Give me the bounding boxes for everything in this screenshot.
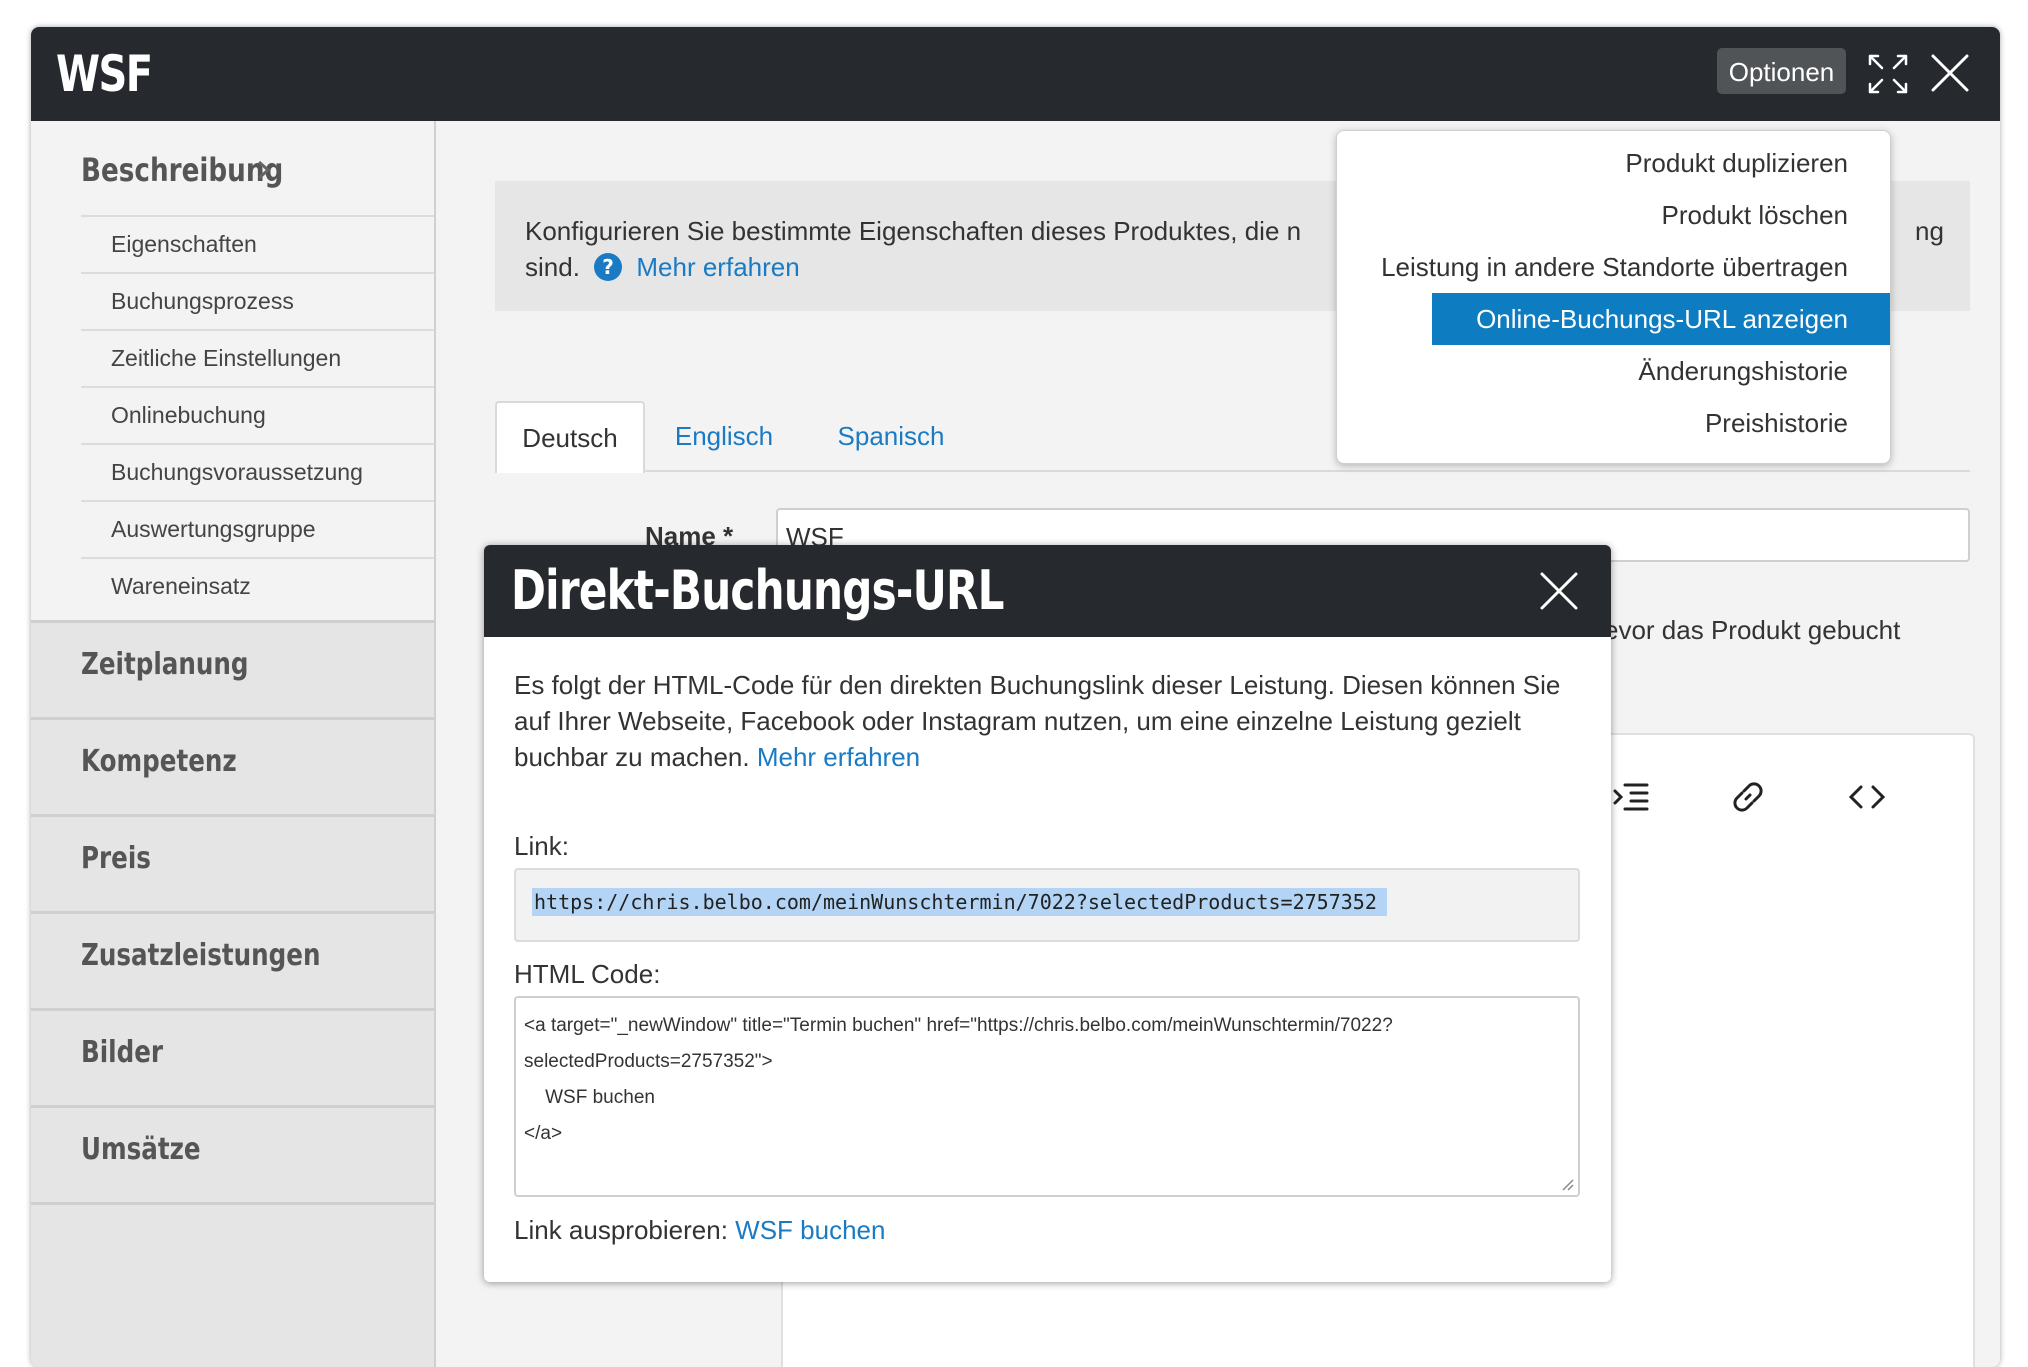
link-value[interactable]: https://chris.belbo.com/meinWunschtermin… (532, 888, 1387, 916)
menu-item-duplicate[interactable]: Produkt duplizieren (1337, 137, 1890, 189)
sidebar-item-onlinebuchung[interactable]: Onlinebuchung (81, 386, 434, 443)
sidebar-item-buchungsvoraussetzung[interactable]: Buchungsvoraussetzung (81, 443, 434, 500)
menu-item-history[interactable]: Änderungshistorie (1337, 345, 1890, 397)
tab-deutsch[interactable]: Deutsch (495, 401, 645, 473)
sidebar-group-kompetenz[interactable]: Kompetenz (31, 717, 434, 814)
try-link-label: Link ausprobieren: (514, 1215, 728, 1245)
modal-more-link[interactable]: Mehr erfahren (757, 742, 920, 772)
top-bar: WSF Optionen (31, 27, 2000, 121)
tab-englisch[interactable]: Englisch (654, 401, 794, 471)
indent-icon[interactable] (1611, 777, 1651, 817)
close-icon[interactable] (1930, 53, 1970, 93)
sidebar-section-open: Beschreibung Eigenschaften Buchungsproze… (31, 121, 434, 620)
sidebar-item-wareneinsatz[interactable]: Wareneinsatz (81, 557, 434, 614)
try-link-row: Link ausprobieren: WSF buchen (514, 1215, 885, 1246)
link-field[interactable]: https://chris.belbo.com/meinWunschtermin… (514, 868, 1580, 942)
info-more-link[interactable]: Mehr erfahren (636, 252, 799, 282)
menu-item-price-history[interactable]: Preishistorie (1337, 397, 1890, 449)
svg-text:?: ? (602, 255, 614, 279)
app-title: WSF (56, 45, 153, 103)
menu-item-show-url[interactable]: Online-Buchungs-URL anzeigen (1432, 293, 1890, 345)
url-modal: Direkt-Buchungs-URL Es folgt der HTML-Co… (484, 545, 1611, 1282)
try-link[interactable]: WSF buchen (735, 1215, 885, 1245)
modal-header: Direkt-Buchungs-URL (484, 545, 1611, 637)
modal-title: Direkt-Buchungs-URL (511, 559, 1005, 622)
link-icon[interactable] (1728, 777, 1768, 817)
sidebar-group-label: Preis (81, 841, 151, 876)
resize-grip-icon[interactable] (1560, 1177, 1574, 1191)
sidebar: Beschreibung Eigenschaften Buchungsproze… (31, 121, 436, 1367)
html-code-textarea[interactable]: <a target="_newWindow" title="Termin buc… (514, 996, 1580, 1197)
partial-text: evor das Produkt gebucht (1604, 615, 1901, 645)
sidebar-group-label: Zeitplanung (81, 647, 249, 682)
code-icon[interactable] (1847, 777, 1887, 817)
sidebar-item-buchungsprozess[interactable]: Buchungsprozess (81, 272, 434, 329)
sidebar-item-auswertungsgruppe[interactable]: Auswertungsgruppe (81, 500, 434, 557)
info-text-tail: ng (1915, 216, 1944, 246)
sidebar-empty (31, 1202, 434, 1367)
modal-description-text: Es folgt der HTML-Code für den direkten … (514, 670, 1561, 772)
sidebar-group-preis[interactable]: Preis (31, 814, 434, 911)
options-button[interactable]: Optionen (1717, 48, 1846, 94)
html-code-label: HTML Code: (514, 959, 661, 989)
sidebar-item-eigenschaften[interactable]: Eigenschaften (81, 215, 434, 272)
sidebar-group-umsaetze[interactable]: Umsätze (31, 1105, 434, 1202)
info-text-line2: sind. ? Mehr erfahren (525, 249, 800, 286)
sidebar-group-zeitplanung[interactable]: Zeitplanung (31, 620, 434, 717)
help-icon[interactable]: ? (593, 252, 623, 282)
sidebar-group-bilder[interactable]: Bilder (31, 1008, 434, 1105)
sidebar-section-beschreibung[interactable]: Beschreibung (81, 151, 283, 189)
options-dropdown: Produkt duplizieren Produkt löschen Leis… (1336, 130, 1891, 464)
link-label: Link: (514, 831, 569, 861)
modal-description: Es folgt der HTML-Code für den direkten … (514, 667, 1589, 775)
sidebar-group-label: Zusatzleistungen (81, 938, 321, 973)
expand-icon[interactable] (1867, 53, 1909, 95)
sidebar-group-zusatzleistungen[interactable]: Zusatzleistungen (31, 911, 434, 1008)
app-window: WSF Optionen Beschreibung Eigenschaften … (31, 27, 2000, 1367)
menu-item-delete[interactable]: Produkt löschen (1337, 189, 1890, 241)
sidebar-item-zeitliche-einstellungen[interactable]: Zeitliche Einstellungen (81, 329, 434, 386)
sidebar-group-label: Kompetenz (81, 744, 237, 779)
info-text-end: sind. (525, 252, 580, 282)
tab-spanisch[interactable]: Spanisch (816, 401, 966, 471)
close-icon[interactable] (1539, 571, 1579, 611)
sidebar-group-label: Bilder (81, 1035, 164, 1070)
sidebar-group-label: Umsätze (81, 1132, 201, 1167)
chevron-right-icon (258, 160, 271, 180)
menu-item-transfer[interactable]: Leistung in andere Standorte übertragen (1337, 241, 1890, 293)
